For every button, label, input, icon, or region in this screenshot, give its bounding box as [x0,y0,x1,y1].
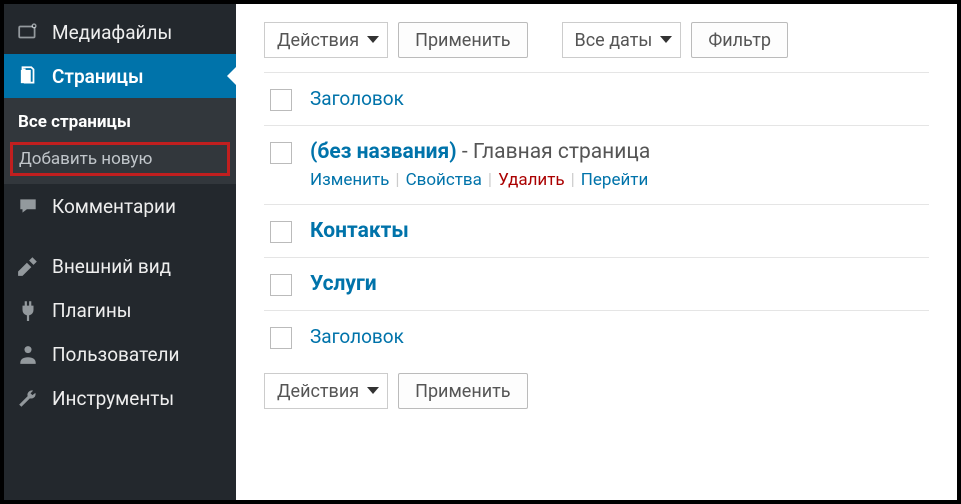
bulk-actions-select-bottom[interactable]: Действия [264,373,388,409]
sidebar-item-label: Комментарии [52,195,176,218]
sidebar-item-pages[interactable]: Страницы [4,54,236,98]
row-checkbox[interactable] [270,274,292,296]
admin-frame: Медиафайлы Страницы Все страницы Добавит… [0,0,961,504]
table-row: Контакты [264,205,929,258]
caret-down-icon [367,36,379,43]
sidebar-item-label: Страницы [52,65,144,88]
sidebar-item-plugins[interactable]: Плагины [4,288,236,332]
sidebar-item-label: Внешний вид [52,255,171,278]
apply-button-bottom[interactable]: Применить [398,373,527,409]
caret-down-icon [660,36,672,43]
dates-filter-select[interactable]: Все даты [562,22,682,58]
comments-icon [16,194,40,218]
table-header-row: Заголовок [264,73,929,126]
bulk-actions-select[interactable]: Действия [264,22,388,58]
select-all-checkbox[interactable] [270,89,292,111]
caret-down-icon [367,387,379,394]
plugins-icon [16,298,40,322]
sidebar-item-comments[interactable]: Комментарии [4,184,236,228]
row-action-quick[interactable]: Свойства [406,170,482,190]
page-title-link[interactable]: (без названия) - Главная страница [310,140,650,164]
media-icon [16,20,40,44]
sidebar-item-media[interactable]: Медиафайлы [4,10,236,54]
users-icon [16,342,40,366]
page-title-link[interactable]: Контакты [310,219,409,243]
column-title-header[interactable]: Заголовок [310,87,404,110]
table-row: (без названия) - Главная страница Измени… [264,126,929,205]
column-title-footer[interactable]: Заголовок [310,325,404,348]
row-checkbox[interactable] [270,142,292,164]
sidebar-item-label: Инструменты [52,387,174,410]
filter-button[interactable]: Фильтр [691,22,788,58]
table-row: Услуги [264,258,929,311]
pages-icon [16,64,40,88]
top-toolbar: Действия Применить Все даты Фильтр [264,22,929,58]
table-footer-row: Заголовок [264,311,929,363]
sidebar-item-label: Плагины [52,299,132,322]
sidebar-sub-all-pages[interactable]: Все страницы [4,106,236,138]
sidebar-item-label: Пользователи [52,343,180,366]
sidebar-sub-add-new[interactable]: Добавить новую [19,147,221,171]
appearance-icon [16,254,40,278]
pages-table: Заголовок (без названия) - Главная стран… [264,72,929,363]
sidebar-sub-add-new-highlight: Добавить новую [10,142,230,176]
sidebar-item-label: Медиафайлы [52,21,172,44]
row-action-edit[interactable]: Изменить [310,170,389,190]
sidebar-item-tools[interactable]: Инструменты [4,376,236,420]
sidebar-item-appearance[interactable]: Внешний вид [4,244,236,288]
apply-button[interactable]: Применить [398,22,527,58]
page-title-link[interactable]: Услуги [310,272,377,296]
sidebar-submenu-pages: Все страницы Добавить новую [4,98,236,184]
select-all-checkbox[interactable] [270,327,292,349]
row-checkbox[interactable] [270,221,292,243]
row-actions: Изменить| Свойства| Удалить| Перейти [310,170,923,190]
tools-icon [16,386,40,410]
admin-sidebar: Медиафайлы Страницы Все страницы Добавит… [4,4,236,500]
content-area: Действия Применить Все даты Фильтр Загол… [236,4,957,500]
bottom-toolbar: Действия Применить [264,373,929,409]
row-action-trash[interactable]: Удалить [498,170,565,190]
row-action-view[interactable]: Перейти [581,170,649,190]
sidebar-item-users[interactable]: Пользователи [4,332,236,376]
